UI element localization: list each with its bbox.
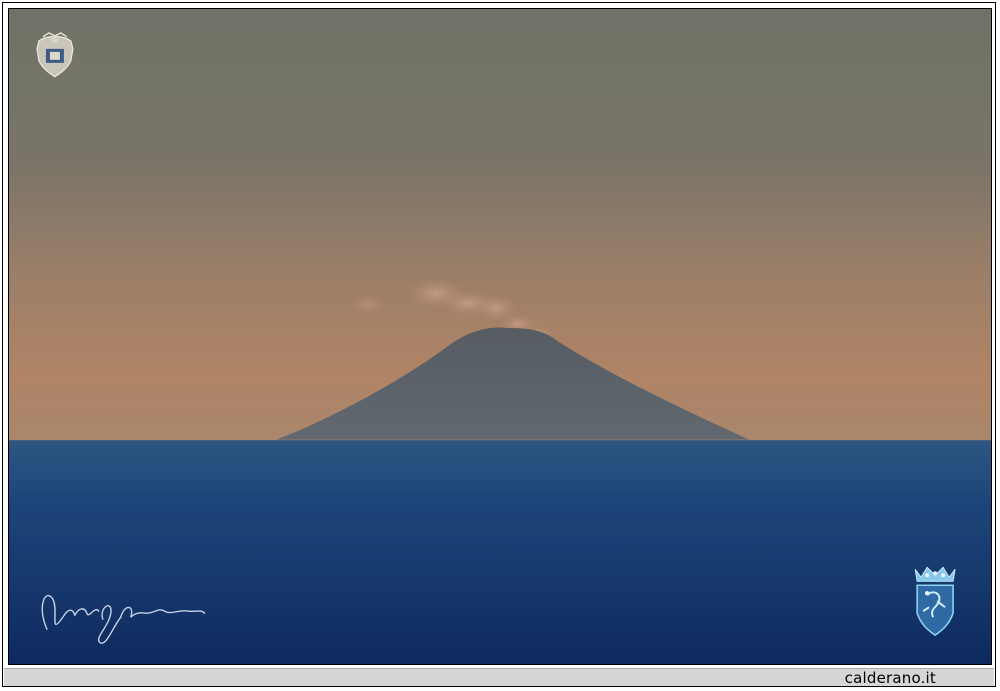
caption-bar: calderano.it — [4, 668, 994, 687]
site-label[interactable]: calderano.it — [845, 669, 936, 687]
sea — [9, 440, 991, 664]
volcano-photo — [8, 8, 992, 665]
volcano-scene — [9, 9, 991, 664]
